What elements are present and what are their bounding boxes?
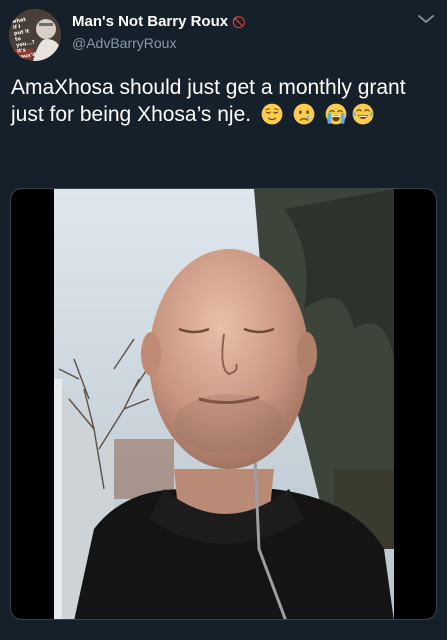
handle[interactable]: @AdvBarryRoux	[72, 35, 176, 51]
loudly-crying-face-icon	[325, 103, 347, 125]
chevron-down-icon[interactable]	[417, 13, 435, 25]
display-name-text: Man's Not Barry Roux	[72, 13, 229, 30]
avatar[interactable]: what if I put it to you...? it's roux'd	[9, 9, 61, 61]
video-still-image	[54, 189, 394, 619]
tears-of-joy-face-icon	[353, 103, 374, 125]
tweet-text: AmaXhosa should just get a monthly grant…	[11, 74, 437, 128]
relieved-face-icon	[261, 103, 283, 125]
tweet-body: AmaXhosa should just get a monthly grant…	[11, 76, 406, 126]
video-media[interactable]	[10, 188, 437, 620]
tweet: what if I put it to you...? it's roux'd …	[0, 0, 447, 640]
crying-face-icon	[293, 103, 315, 125]
badge-icon: 🚫	[232, 16, 246, 29]
video-frame	[54, 189, 394, 619]
display-name[interactable]: Man's Not Barry Roux 🚫	[72, 13, 246, 30]
